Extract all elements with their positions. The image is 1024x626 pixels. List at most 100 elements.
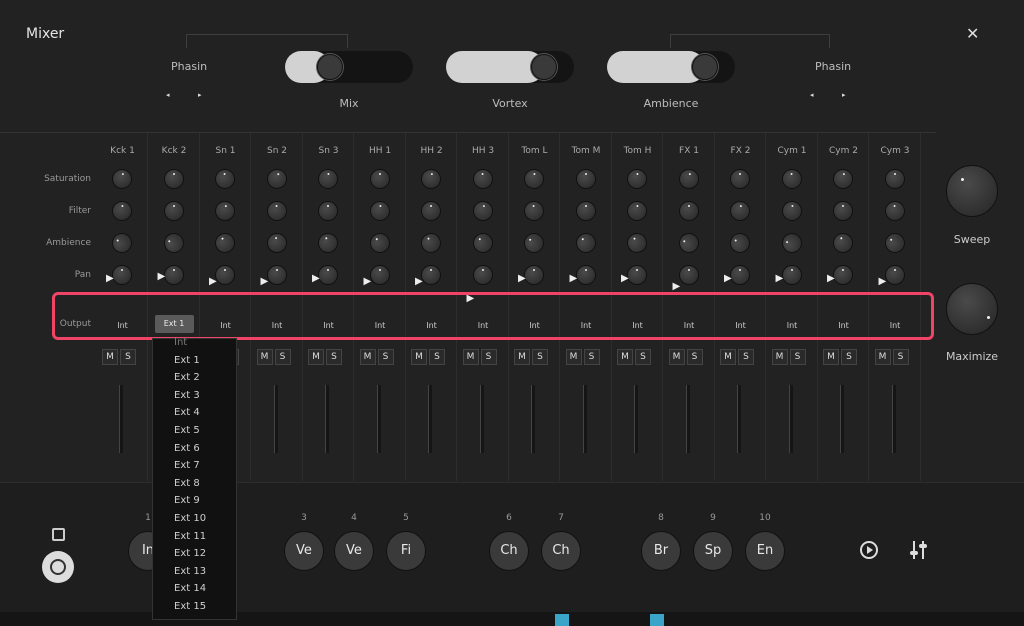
pan-knob[interactable] (163, 265, 184, 285)
volume-fader[interactable] (737, 385, 741, 453)
mute-button[interactable]: M (514, 349, 530, 365)
filter-knob[interactable] (213, 199, 237, 223)
drum-pad[interactable]: Fi (386, 531, 426, 571)
saturation-knob[interactable] (419, 167, 443, 191)
square-icon[interactable] (52, 528, 65, 541)
volume-fader[interactable] (840, 385, 844, 453)
solo-button[interactable]: S (480, 349, 497, 365)
saturation-knob[interactable] (575, 169, 596, 189)
filter-knob[interactable] (421, 201, 441, 221)
solo-button[interactable]: S (429, 349, 445, 365)
mute-button[interactable]: M (823, 349, 839, 365)
ambience-knob[interactable] (519, 228, 549, 258)
mute-button[interactable]: M (617, 349, 633, 365)
volume-fader[interactable] (634, 385, 638, 453)
solo-button[interactable]: S (274, 349, 291, 365)
mute-button[interactable]: M (102, 349, 118, 365)
filter-knob[interactable] (626, 200, 648, 222)
volume-fader[interactable] (376, 385, 381, 453)
ambience-knob[interactable] (108, 229, 136, 257)
fader-handle-icon[interactable]: ▶ (106, 273, 114, 284)
drum-pad[interactable]: Ch (489, 531, 529, 571)
fader-handle-icon[interactable]: ▶ (158, 271, 166, 282)
dropdown-option[interactable]: Ext 13 (174, 566, 206, 577)
drum-pad[interactable]: Br (641, 531, 681, 571)
volume-fader[interactable] (428, 385, 432, 453)
dropdown-option[interactable]: Ext 1 (174, 355, 200, 366)
dropdown-option[interactable]: Ext 15 (174, 601, 206, 612)
solo-button[interactable]: S (583, 349, 600, 365)
fader-handle-icon[interactable]: ▶ (621, 273, 629, 284)
mute-button[interactable]: M (411, 349, 427, 365)
bus-right-next-icon[interactable]: ▸ (842, 91, 846, 99)
close-icon[interactable]: ✕ (966, 24, 979, 43)
filter-knob[interactable] (523, 200, 545, 222)
dropdown-option[interactable]: Ext 14 (174, 583, 206, 594)
ambience-knob[interactable] (623, 229, 651, 257)
pan-knob[interactable] (678, 265, 699, 285)
solo-button[interactable]: S (789, 349, 806, 365)
fader-handle-icon[interactable]: ▶ (673, 281, 681, 292)
mute-button[interactable]: M (308, 349, 324, 365)
ambience-knob[interactable] (468, 228, 497, 258)
drum-pad[interactable]: Ve (284, 531, 324, 571)
dropdown-option[interactable]: Ext 6 (174, 443, 200, 454)
ambience-knob[interactable] (880, 228, 909, 258)
ambience-knob[interactable] (675, 230, 702, 256)
filter-knob[interactable] (678, 201, 699, 221)
pan-knob[interactable] (266, 265, 287, 285)
pan-knob[interactable] (730, 265, 750, 285)
filter-knob[interactable] (883, 200, 906, 222)
saturation-knob[interactable] (471, 168, 494, 190)
volume-fader[interactable] (325, 385, 329, 453)
output-dropdown[interactable]: Int Ext 1 Ext 2 Ext 3 Ext 4 Ext 5 Ext 6 Ext 7 Ex… (152, 337, 237, 620)
dropdown-option[interactable]: Ext 12 (174, 548, 206, 559)
history-icon[interactable] (860, 541, 878, 559)
pan-knob[interactable] (112, 265, 132, 285)
drum-pad[interactable]: Ch (541, 531, 581, 571)
volume-fader[interactable] (788, 385, 793, 453)
mute-button[interactable]: M (565, 349, 582, 365)
dropdown-option[interactable]: Ext 5 (174, 425, 200, 436)
filter-knob[interactable] (163, 201, 184, 221)
pan-knob[interactable] (627, 265, 647, 285)
pan-knob[interactable] (318, 265, 338, 285)
saturation-knob[interactable] (626, 168, 648, 190)
fader-handle-icon[interactable]: ▶ (570, 273, 578, 284)
dropdown-option[interactable]: Int (174, 337, 187, 348)
drum-pad[interactable]: En (745, 531, 785, 571)
fader-handle-icon[interactable]: ▶ (312, 273, 320, 284)
saturation-knob[interactable] (523, 168, 545, 190)
maximize-knob[interactable] (946, 283, 998, 335)
fader-handle-icon[interactable]: ▶ (209, 276, 217, 287)
solo-button[interactable]: S (686, 349, 703, 365)
solo-button[interactable]: S (892, 349, 909, 365)
fader-handle-icon[interactable]: ▶ (415, 276, 423, 287)
volume-fader[interactable] (685, 385, 690, 453)
filter-knob[interactable] (470, 199, 495, 223)
solo-button[interactable]: S (841, 349, 857, 365)
saturation-knob[interactable] (264, 166, 289, 192)
filter-knob[interactable] (833, 201, 853, 221)
pan-knob[interactable] (421, 265, 441, 285)
pan-knob[interactable] (524, 265, 544, 285)
solo-button[interactable]: S (635, 349, 651, 365)
ambience-knob[interactable] (571, 228, 600, 258)
pan-knob[interactable] (884, 265, 905, 285)
pan-knob[interactable] (472, 265, 493, 285)
solo-button[interactable]: S (377, 349, 394, 365)
saturation-knob[interactable] (780, 168, 803, 190)
mute-button[interactable]: M (668, 349, 685, 365)
solo-button[interactable]: S (120, 349, 136, 365)
dropdown-option[interactable]: Ext 3 (174, 390, 200, 401)
mix-toggle[interactable] (285, 51, 413, 83)
saturation-knob[interactable] (214, 168, 236, 190)
mute-button[interactable]: M (874, 349, 891, 365)
filter-knob[interactable] (728, 199, 752, 223)
dropdown-option[interactable]: Ext 11 (174, 531, 206, 542)
saturation-knob[interactable] (730, 169, 750, 189)
dropdown-option[interactable]: Ext 10 (174, 513, 206, 524)
dropdown-option[interactable]: Ext 9 (174, 495, 200, 506)
filter-knob[interactable] (368, 200, 391, 222)
filter-knob[interactable] (265, 200, 288, 222)
